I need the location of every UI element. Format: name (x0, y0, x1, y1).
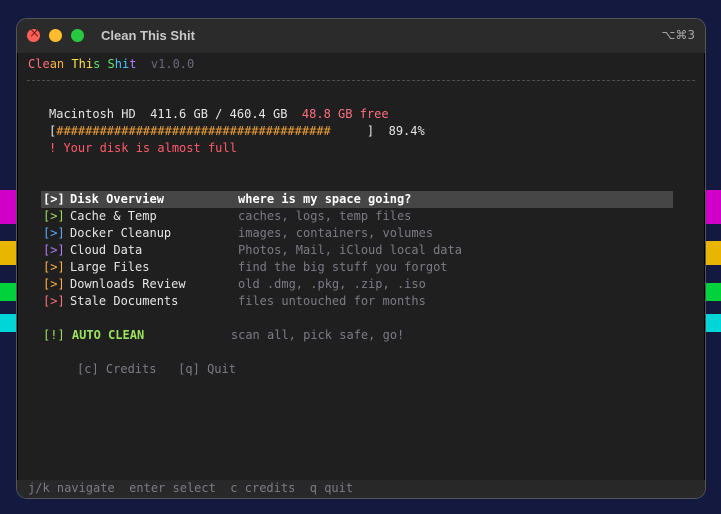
main-menu: [>] Disk Overview where is my space goin… (41, 191, 673, 310)
keybinding-hints: j/k navigate enter select c credits q qu… (28, 481, 354, 495)
usage-percent: 89.4% (388, 124, 425, 138)
window-title: Clean This Shit (101, 28, 195, 43)
app-name-part: hi (114, 57, 130, 71)
terminal-window: Clean This Shit ⌥⌘3 Clean This Shit v1.0… (16, 18, 706, 499)
menu-item-description: Photos, Mail, iCloud local data (238, 243, 462, 257)
app-version: v1.0.0 (150, 57, 195, 71)
menu-item-description: old .dmg, .pkg, .zip, .iso (238, 277, 426, 291)
auto-clean-description: scan all, pick safe, go! (230, 328, 405, 342)
zoom-window-button[interactable] (71, 29, 84, 42)
minimize-window-button[interactable] (49, 29, 62, 42)
auto-clean-label: AUTO CLEAN (71, 328, 145, 342)
menu-item-marker: [>] (43, 277, 65, 291)
credits-link[interactable]: [c] Credits (77, 362, 156, 376)
menu-item-label: Downloads Review (70, 277, 186, 291)
desktop-band-cyan-left (0, 314, 16, 332)
header-divider (27, 80, 695, 81)
usage-bar-fill: ###################################### (56, 124, 331, 138)
menu-item-label: Stale Documents (70, 294, 179, 308)
desktop-band-yellow-left (0, 241, 16, 265)
menu-item-auto-clean[interactable]: [!] AUTO CLEAN scan all, pick safe, go! (43, 328, 404, 342)
menu-item-description: caches, logs, temp files (238, 209, 412, 223)
secondary-links: [c] Credits [q] Quit (77, 362, 236, 376)
disk-free: 48.8 GB free (301, 107, 389, 121)
menu-item-label: Disk Overview (70, 192, 164, 206)
menu-item-label: Cache & Temp (70, 209, 157, 223)
menu-item-docker-cleanup[interactable]: [>] Docker Cleanup images, containers, v… (41, 225, 673, 242)
menu-item-downloads-review[interactable]: [>] Downloads Review old .dmg, .pkg, .zi… (41, 276, 673, 293)
menu-item-description: files untouched for months (238, 294, 426, 308)
status-bar: j/k navigate enter select c credits q qu… (17, 480, 705, 498)
menu-item-large-files[interactable]: [>] Large Files find the big stuff you f… (41, 259, 673, 276)
quit-link[interactable]: [q] Quit (178, 362, 236, 376)
menu-item-marker: [>] (43, 226, 65, 240)
menu-item-disk-overview[interactable]: [>] Disk Overview where is my space goin… (41, 191, 673, 208)
menu-item-marker: [>] (43, 260, 65, 274)
app-name-part: t (129, 57, 137, 71)
title-bar[interactable]: Clean This Shit ⌥⌘3 (17, 19, 705, 53)
close-window-button[interactable] (27, 26, 40, 42)
disk-summary: Macintosh HD 411.6 GB / 460.4 GB 48.8 GB… (49, 107, 389, 121)
disk-used: 411.6 GB (150, 107, 208, 121)
menu-item-stale-documents[interactable]: [>] Stale Documents files untouched for … (41, 293, 673, 310)
desktop-band-magenta-right (705, 190, 721, 224)
app-name-part: Thi (71, 57, 94, 71)
menu-item-description: where is my space going? (238, 192, 412, 206)
desktop-band-cyan-right (705, 314, 721, 332)
menu-item-marker: [>] (43, 294, 65, 308)
menu-item-label: Cloud Data (70, 243, 143, 257)
disk-warning: ! Your disk is almost full (49, 141, 237, 155)
window-shortcut: ⌥⌘3 (661, 28, 695, 42)
usage-bar-empty (331, 124, 367, 138)
desktop-band-magenta-left (0, 190, 16, 224)
menu-item-label: Large Files (70, 260, 150, 274)
menu-item-description: find the big stuff you forgot (238, 260, 448, 274)
auto-clean-marker: [!] (43, 328, 65, 342)
menu-item-cloud-data[interactable]: [>] Cloud Data Photos, Mail, iCloud loca… (41, 242, 673, 259)
disk-total: 460.4 GB (229, 107, 288, 121)
desktop-band-green-left (0, 283, 16, 301)
app-name-part: an (49, 57, 72, 71)
disk-usage-bar: [###################################### … (49, 124, 425, 138)
menu-item-label: Docker Cleanup (70, 226, 172, 240)
disk-name: Macintosh HD (49, 107, 136, 121)
app-header: Clean This Shit v1.0.0 (28, 57, 194, 71)
menu-item-marker: [>] (43, 243, 65, 257)
menu-item-marker: [>] (43, 192, 65, 206)
menu-item-description: images, containers, volumes (238, 226, 434, 240)
menu-item-marker: [>] (43, 209, 65, 223)
desktop-band-green-right (705, 283, 721, 301)
app-name-part: s S (93, 57, 115, 71)
menu-item-cache-temp[interactable]: [>] Cache & Temp caches, logs, temp file… (41, 208, 673, 225)
app-name-part: Cle (28, 57, 50, 71)
desktop-band-yellow-right (705, 241, 721, 265)
